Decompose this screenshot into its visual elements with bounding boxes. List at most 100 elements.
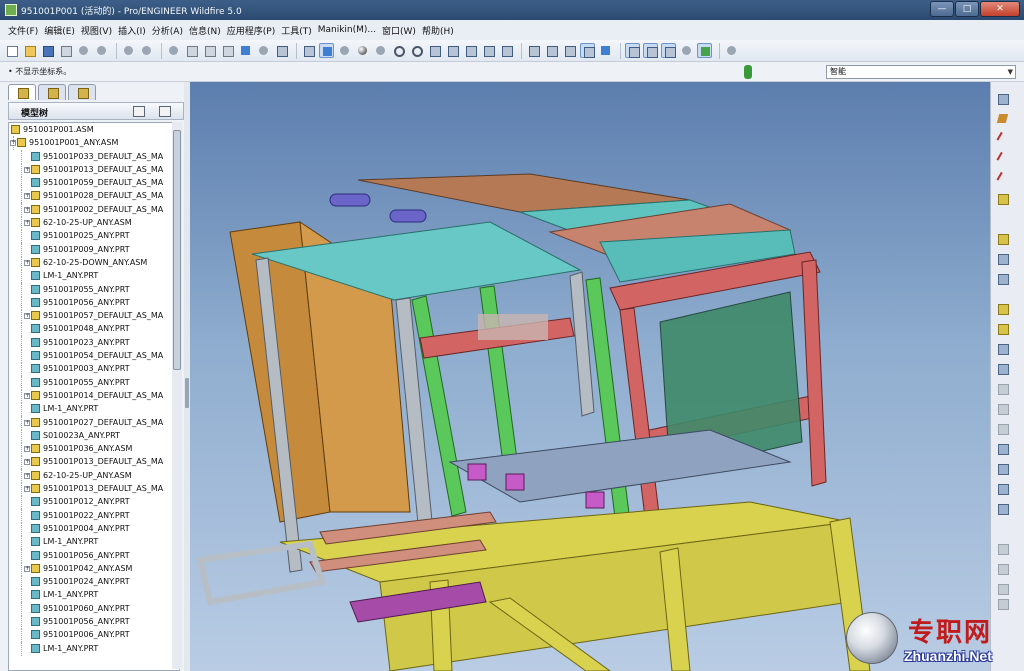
tree-item[interactable]: 951001P055_ANY.PRT	[9, 282, 179, 297]
package-component-icon[interactable]	[995, 272, 1011, 286]
tree-item[interactable]: +951001P013_DEFAULT_AS_MA	[9, 482, 179, 497]
reorient-icon[interactable]	[445, 43, 460, 58]
save-icon[interactable]	[40, 43, 55, 58]
tree-item[interactable]: +951001P027_DEFAULT_AS_MA	[9, 415, 179, 430]
csys-tool-icon[interactable]	[995, 192, 1011, 206]
pattern-tool-icon[interactable]	[995, 462, 1011, 476]
print-icon[interactable]	[58, 43, 73, 58]
tree-item[interactable]: +62-10-25-DOWN_ANY.ASM	[9, 255, 179, 270]
layers-icon[interactable]	[481, 43, 496, 58]
thicken-tool-icon[interactable]	[995, 562, 1011, 576]
expand-toggle-icon[interactable]: +	[24, 392, 30, 399]
shell-tool-icon[interactable]	[995, 362, 1011, 376]
expand-toggle-icon[interactable]: +	[10, 140, 16, 147]
view-manager-icon[interactable]	[499, 43, 514, 58]
tree-item[interactable]: 951001P024_ANY.PRT	[9, 575, 179, 590]
copy-icon[interactable]	[184, 43, 199, 58]
trim-tool-icon[interactable]	[995, 502, 1011, 516]
tree-item[interactable]: +62-10-25-UP_ANY.ASM	[9, 468, 179, 483]
expand-toggle-icon[interactable]: +	[24, 166, 30, 173]
coordinate-systems-icon[interactable]	[679, 43, 694, 58]
graphics-window[interactable]	[190, 82, 990, 671]
regenerate-icon[interactable]	[238, 43, 253, 58]
tree-item[interactable]: 951001P001.ASM	[9, 123, 179, 136]
expand-toggle-icon[interactable]: +	[24, 259, 30, 266]
tree-item[interactable]: +951001P013_DEFAULT_AS_MA	[9, 162, 179, 177]
tree-item[interactable]: LM-1_ANY.PRT	[9, 588, 179, 603]
tree-item[interactable]: 951001P004_ANY.PRT	[9, 521, 179, 536]
tree-item[interactable]: 951001P012_ANY.PRT	[9, 495, 179, 510]
scrollbar-thumb[interactable]	[173, 130, 181, 370]
tree-item[interactable]: 951001P056_ANY.PRT	[9, 614, 179, 629]
draft-tool-icon[interactable]	[995, 422, 1011, 436]
tree-item[interactable]: 951001P059_DEFAULT_AS_MA	[9, 176, 179, 191]
send-mail-icon[interactable]	[76, 43, 91, 58]
tree-item[interactable]: +951001P014_DEFAULT_AS_MA	[9, 388, 179, 403]
plane-tool-icon[interactable]	[995, 112, 1011, 126]
shading-icon[interactable]	[580, 43, 595, 58]
axis-tool-icon[interactable]	[995, 132, 1011, 146]
menu-view[interactable]: 视图(V)	[81, 24, 118, 37]
assemble-component-icon[interactable]	[995, 232, 1011, 246]
hole-tool-icon[interactable]	[995, 342, 1011, 356]
merge-tool-icon[interactable]	[995, 482, 1011, 496]
new-file-icon[interactable]	[4, 43, 19, 58]
menu-info[interactable]: 信息(N)	[189, 24, 227, 37]
tab-favorites[interactable]	[68, 84, 96, 100]
tree-item[interactable]: 951001P025_ANY.PRT	[9, 229, 179, 244]
appearance-icon[interactable]	[355, 43, 370, 58]
tree-item[interactable]: +951001P057_DEFAULT_AS_MA	[9, 309, 179, 324]
tree-settings-icon[interactable]	[133, 106, 145, 117]
no-hidden-icon[interactable]	[562, 43, 577, 58]
open-folder-icon[interactable]	[22, 43, 37, 58]
minimize-button[interactable]: —	[930, 1, 954, 17]
expand-toggle-icon[interactable]: +	[24, 486, 30, 493]
selection-filter-select[interactable]: 智能 ▼	[826, 65, 1016, 79]
splitter-grip[interactable]	[185, 378, 189, 408]
redo-icon[interactable]	[139, 43, 154, 58]
pan-icon[interactable]	[373, 43, 388, 58]
menu-tools[interactable]: 工具(T)	[281, 24, 318, 37]
tree-item[interactable]: +62-10-25-UP_ANY.ASM	[9, 216, 179, 231]
zoom-in-icon[interactable]	[391, 43, 406, 58]
tab-folder-browser[interactable]	[38, 84, 66, 100]
repaint-icon[interactable]	[301, 43, 316, 58]
tab-model-tree[interactable]	[8, 84, 36, 100]
mirror-tool-icon[interactable]	[995, 442, 1011, 456]
menu-insert[interactable]: 插入(I)	[118, 24, 152, 37]
tree-item[interactable]: +951001P036_ANY.ASM	[9, 442, 179, 457]
expand-toggle-icon[interactable]: +	[24, 193, 30, 200]
tree-item[interactable]: +951001P042_ANY.ASM	[9, 561, 179, 576]
expand-toggle-icon[interactable]: +	[24, 313, 30, 320]
spin-center-icon[interactable]	[319, 43, 334, 58]
saved-views-icon[interactable]	[463, 43, 478, 58]
tree-item[interactable]: 951001P033_DEFAULT_AS_MA	[9, 149, 179, 164]
tree-item[interactable]: 951001P022_ANY.PRT	[9, 508, 179, 523]
tree-item[interactable]: LM-1_ANY.PRT	[9, 269, 179, 284]
tree-item[interactable]: 951001P056_ANY.PRT	[9, 295, 179, 310]
maximize-button[interactable]: □	[955, 1, 979, 17]
zoom-out-icon[interactable]	[409, 43, 424, 58]
context-help-icon[interactable]	[724, 43, 739, 58]
tree-item[interactable]: 951001P056_ANY.PRT	[9, 548, 179, 563]
datum-plane-tool-icon[interactable]	[995, 92, 1011, 106]
refit-icon[interactable]	[427, 43, 442, 58]
tree-item[interactable]: S010023A_ANY.PRT	[9, 428, 179, 443]
menu-edit[interactable]: 编辑(E)	[44, 24, 81, 37]
tree-item[interactable]: 951001P060_ANY.PRT	[9, 601, 179, 616]
extend-tool-icon[interactable]	[995, 597, 1011, 611]
tree-item[interactable]: LM-1_ANY.PRT	[9, 402, 179, 417]
expand-toggle-icon[interactable]: +	[24, 472, 30, 479]
tree-show-icon[interactable]	[159, 106, 171, 117]
close-button[interactable]: ✕	[980, 1, 1020, 17]
tree-item[interactable]: LM-1_ANY.PRT	[9, 535, 179, 550]
tree-item[interactable]: 951001P009_ANY.PRT	[9, 242, 179, 257]
tree-item[interactable]: 951001P006_ANY.PRT	[9, 628, 179, 643]
extrude-tool-icon[interactable]	[995, 302, 1011, 316]
wireframe-icon[interactable]	[526, 43, 541, 58]
tree-item[interactable]: 951001P048_ANY.PRT	[9, 322, 179, 337]
tree-item[interactable]: LM-1_ANY.PRT	[9, 641, 179, 656]
select-box-icon[interactable]	[274, 43, 289, 58]
tree-item[interactable]: +951001P028_DEFAULT_AS_MA	[9, 189, 179, 204]
datum-points-icon[interactable]	[661, 43, 676, 58]
